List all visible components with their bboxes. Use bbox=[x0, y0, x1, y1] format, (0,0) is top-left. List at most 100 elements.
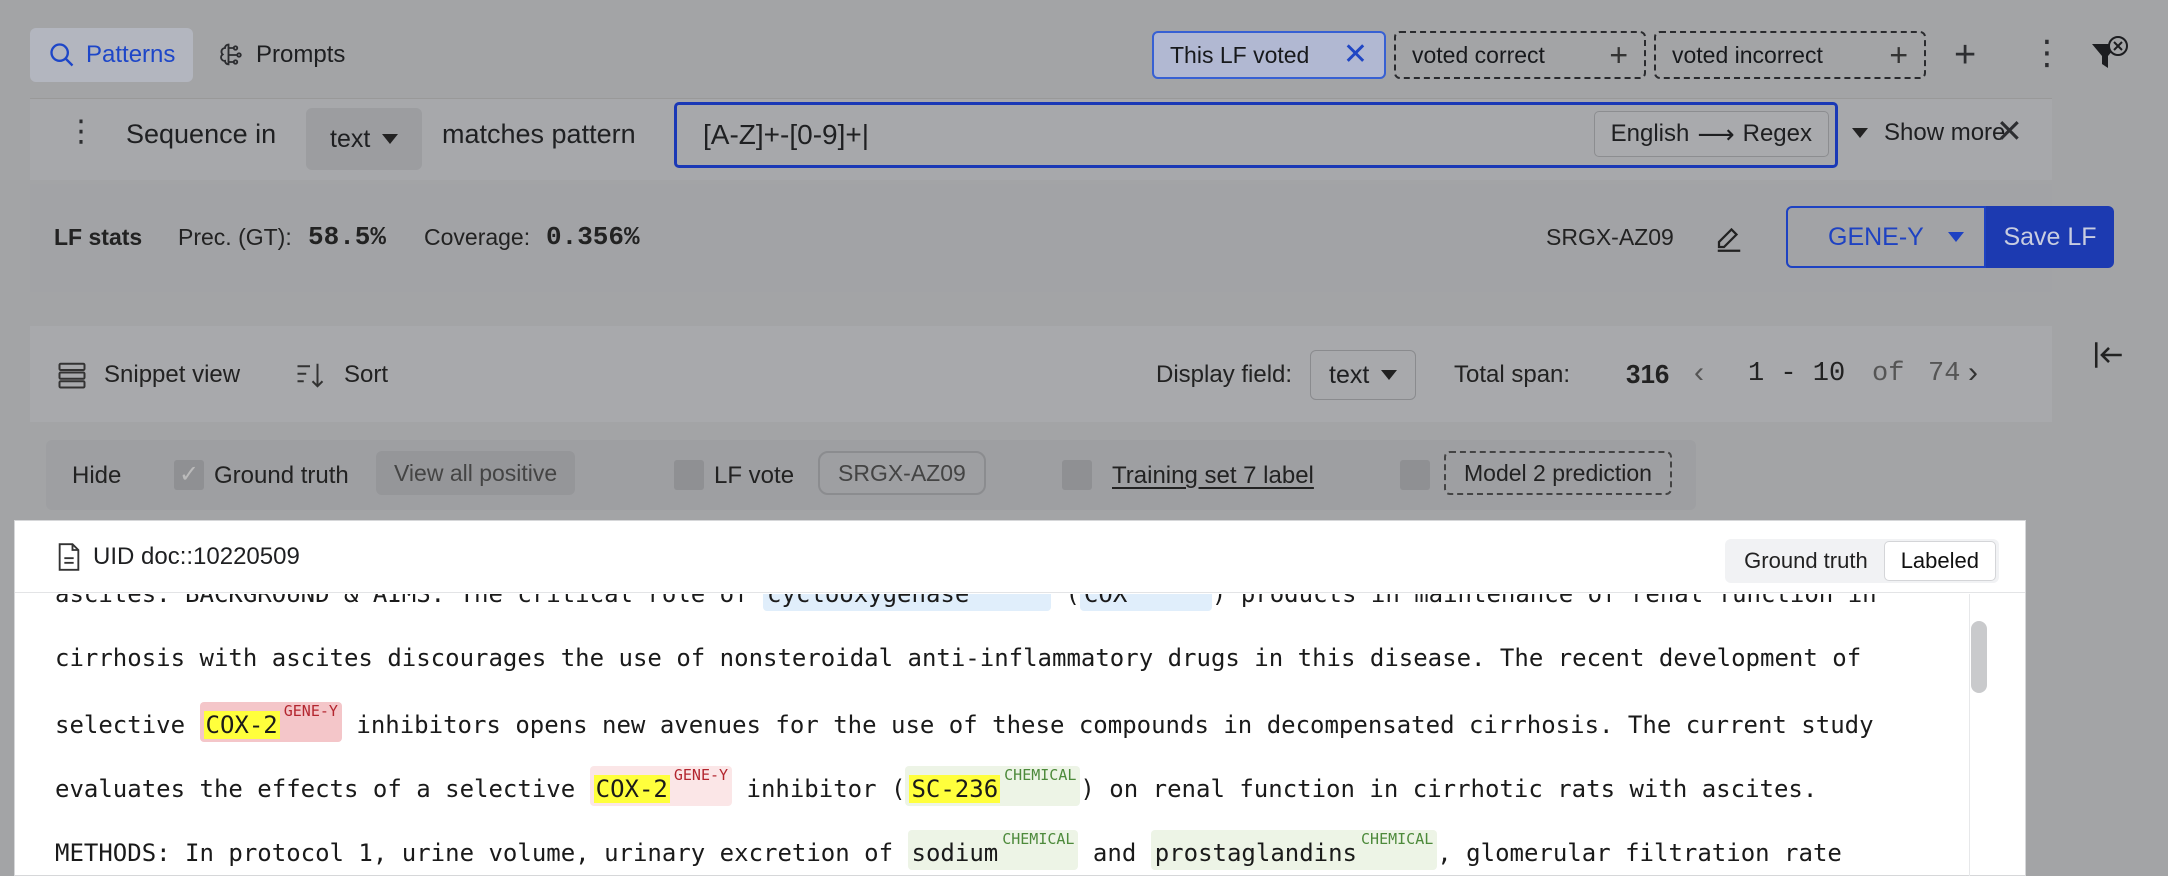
lf-name: SRGX-AZ09 bbox=[1546, 224, 1674, 250]
document-uid-text: UID doc::10220509 bbox=[93, 543, 300, 570]
model-prediction-checkbox[interactable] bbox=[1400, 460, 1430, 490]
precision-label: Prec. (GT): bbox=[178, 224, 292, 250]
training-set-checkbox[interactable] bbox=[1062, 460, 1092, 490]
ground-truth-toggle-value[interactable]: Labeled bbox=[1883, 541, 1996, 581]
more-vertical-icon[interactable]: ⋮ bbox=[66, 117, 96, 147]
close-icon[interactable]: ✕ bbox=[1996, 115, 2023, 147]
text-line: METHODS: In protocol 1, urine volume, ur… bbox=[55, 830, 1842, 870]
precision-value: 58.5% bbox=[308, 222, 387, 252]
model-prediction-label[interactable]: Model 2 prediction bbox=[1444, 451, 1672, 495]
page-of: of bbox=[1872, 359, 1905, 389]
label-select[interactable]: GENE-Y bbox=[1786, 206, 1986, 268]
query-prefix: Sequence in bbox=[126, 119, 277, 149]
show-more-label: Show more bbox=[1884, 119, 2006, 146]
sort-button[interactable]: Sort bbox=[344, 361, 388, 389]
lf-stats-title: LF stats bbox=[54, 224, 143, 250]
top-bar: Patterns Prompts This LF voted ✕ voted c… bbox=[30, 18, 2128, 90]
text-line: selective COX-2 GENE-Y inhibitors opens n… bbox=[55, 702, 1874, 742]
snippet-view-button[interactable]: Snippet view bbox=[104, 361, 240, 389]
document-scroll-thumb[interactable] bbox=[1971, 621, 1987, 693]
document-uid: UID doc::10220509 bbox=[57, 543, 300, 571]
field-select-value: text bbox=[330, 124, 371, 153]
plus-icon[interactable]: + bbox=[1609, 39, 1628, 71]
text-line: evaluates the effects of a selective COX… bbox=[55, 766, 1817, 806]
sort-icon bbox=[297, 363, 324, 388]
add-filter-icon[interactable]: + bbox=[1954, 36, 1976, 74]
display-filter-row: Hide Ground truth View all positive LF v… bbox=[46, 440, 1696, 510]
results-toolbar: Snippet view Sort Display field: text To… bbox=[30, 326, 2052, 422]
translate-to: Regex bbox=[1742, 120, 1812, 147]
pattern-input[interactable]: [A-Z]+-[0-9]+| English ⟶ Regex bbox=[674, 102, 1838, 168]
display-field-select[interactable]: text bbox=[1310, 350, 1417, 400]
coverage-value: 0.356% bbox=[546, 222, 640, 252]
total-span-value: 316 bbox=[1626, 359, 1670, 389]
arrow-right-icon: ⟶ bbox=[1697, 118, 1735, 149]
chip-label: This LF voted bbox=[1170, 41, 1310, 68]
close-icon[interactable]: ✕ bbox=[1343, 40, 1368, 70]
more-vertical-icon[interactable]: ⋮ bbox=[2030, 36, 2064, 70]
total-span-label: Total span: bbox=[1454, 361, 1571, 388]
entity-tag: GENE-Y bbox=[283, 702, 338, 720]
english-to-regex-button[interactable]: English ⟶ Regex bbox=[1593, 111, 1829, 157]
lf-vote-value[interactable]: SRGX-AZ09 bbox=[818, 451, 986, 495]
chip-voted-incorrect[interactable]: voted incorrect + bbox=[1654, 31, 1926, 79]
ground-truth-toggle-label: Ground truth bbox=[1744, 548, 1868, 573]
translate-from: English bbox=[1610, 120, 1690, 147]
chevron-down-icon bbox=[1381, 370, 1398, 380]
document-text: ascites. BACKGROUND & AIMS: The critical… bbox=[15, 594, 1975, 876]
chevron-down-icon bbox=[1948, 232, 1964, 242]
view-all-positive-button[interactable]: View all positive bbox=[376, 451, 576, 495]
entity-tag: CHEMICAL bbox=[1361, 830, 1434, 848]
entity-span-gene[interactable]: COX-2 GENE-Y bbox=[589, 766, 733, 806]
ground-truth-checkbox[interactable] bbox=[174, 460, 204, 490]
lf-vote-checkbox[interactable] bbox=[674, 460, 704, 490]
tab-patterns[interactable]: Patterns bbox=[30, 28, 194, 82]
entity-span-chemical[interactable]: SC-236 CHEMICAL bbox=[905, 766, 1081, 806]
ground-truth-label: Ground truth bbox=[214, 462, 349, 489]
entity-tag: CHEMICAL bbox=[1002, 830, 1075, 848]
show-more-toggle[interactable]: Show more bbox=[1852, 119, 2005, 147]
collapse-panel-icon[interactable] bbox=[2092, 338, 2126, 372]
chip-label: voted incorrect bbox=[1672, 41, 1823, 68]
entity-span[interactable]: COX bbox=[1079, 594, 1212, 611]
text-line: ascites. BACKGROUND & AIMS: The critical… bbox=[55, 594, 1877, 614]
save-lf-button[interactable]: Save LF bbox=[1986, 206, 2114, 268]
chip-voted-correct[interactable]: voted correct + bbox=[1394, 31, 1646, 79]
brain-icon bbox=[220, 43, 242, 66]
ground-truth-toggle[interactable]: Ground truth Labeled bbox=[1725, 539, 1999, 583]
chip-this-lf-voted[interactable]: This LF voted ✕ bbox=[1152, 31, 1386, 79]
page-range: 1 - 10 bbox=[1748, 359, 1846, 389]
entity-tag: CHEMICAL bbox=[1004, 766, 1077, 784]
caret-down-icon bbox=[1852, 128, 1868, 138]
query-bar: ⋮ Sequence in text matches pattern [A-Z]… bbox=[30, 98, 2052, 180]
field-select[interactable]: text bbox=[306, 108, 423, 170]
page-total: 74 bbox=[1928, 359, 1961, 389]
filter-clear-icon[interactable] bbox=[2086, 34, 2130, 78]
entity-span-chemical[interactable]: sodium CHEMICAL bbox=[907, 830, 1079, 870]
text-line: cirrhosis with ascites discourages the u… bbox=[55, 644, 1862, 672]
query-operator: matches pattern bbox=[442, 119, 636, 149]
chip-label: voted correct bbox=[1412, 41, 1545, 68]
document-header: UID doc::10220509 Ground truth Labeled bbox=[15, 521, 2025, 593]
lf-stats-bar: LF stats Prec. (GT): 58.5% Coverage: 0.3… bbox=[30, 184, 2114, 292]
chevron-down-icon bbox=[382, 134, 399, 144]
tab-prompts-label: Prompts bbox=[256, 41, 346, 68]
plus-icon[interactable]: + bbox=[1889, 39, 1908, 71]
hide-label: Hide bbox=[72, 462, 122, 489]
entity-span-gene[interactable]: COX-2 GENE-Y bbox=[199, 702, 342, 742]
coverage-label: Coverage: bbox=[424, 224, 531, 250]
document-icon bbox=[58, 543, 80, 571]
chevron-right-icon[interactable]: › bbox=[1968, 356, 1978, 390]
tab-prompts[interactable]: Prompts bbox=[200, 28, 363, 82]
display-field-label: Display field: bbox=[1156, 361, 1293, 388]
lf-vote-label: LF vote bbox=[714, 462, 795, 489]
chevron-left-icon[interactable]: ‹ bbox=[1694, 356, 1704, 390]
snippet-view-icon bbox=[58, 362, 86, 389]
training-set-label[interactable]: Training set 7 label bbox=[1112, 462, 1314, 490]
document-card: UID doc::10220509 Ground truth Labeled a… bbox=[14, 520, 2026, 876]
entity-tag: GENE-Y bbox=[673, 766, 729, 784]
tab-patterns-label: Patterns bbox=[86, 41, 176, 68]
entity-span[interactable]: cyclooxygenase bbox=[763, 594, 1052, 611]
edit-icon[interactable] bbox=[1714, 222, 1744, 252]
entity-span-chemical[interactable]: prostaglandins CHEMICAL bbox=[1150, 830, 1438, 870]
